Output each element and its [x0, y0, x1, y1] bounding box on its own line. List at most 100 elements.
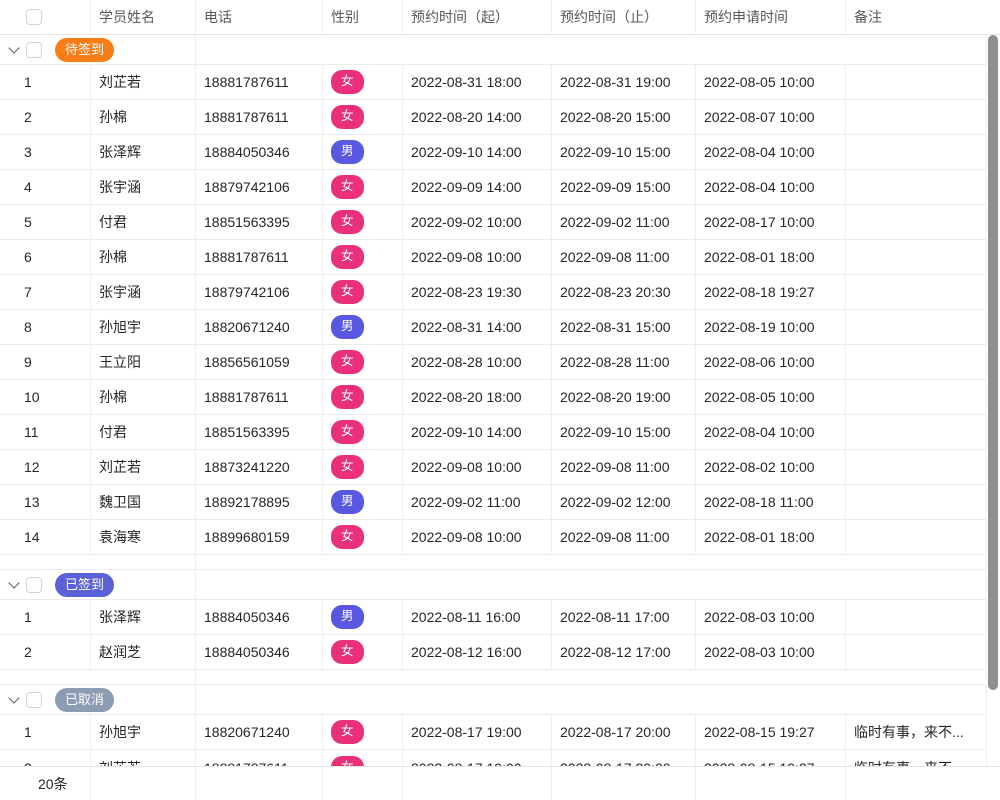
student-name: 张宇涵 — [91, 170, 196, 204]
table-row[interactable]: 14袁海寒18899680159女2022-09-08 10:002022-09… — [0, 520, 1000, 555]
group-row-1[interactable]: 已签到 — [0, 570, 1000, 600]
remark-text — [846, 520, 1000, 554]
table-row[interactable]: 13魏卫国18892178895男2022-09-02 11:002022-09… — [0, 485, 1000, 520]
student-name: 张宇涵 — [91, 275, 196, 309]
chevron-down-icon[interactable] — [8, 42, 19, 53]
remark-text — [846, 65, 1000, 99]
row-index: 2 — [0, 750, 91, 767]
chevron-down-icon[interactable] — [8, 577, 19, 588]
appointment-start-time: 2022-09-10 14:00 — [403, 135, 552, 169]
remark-text — [846, 240, 1000, 274]
gender-cell: 女 — [323, 750, 403, 767]
appointment-start-time: 2022-09-09 14:00 — [403, 170, 552, 204]
phone-number: 18884050346 — [196, 135, 323, 169]
table-footer-row: 20条 — [0, 767, 1000, 800]
remark-text — [846, 135, 1000, 169]
table-row[interactable]: 12刘芷若18873241220女2022-09-08 10:002022-09… — [0, 450, 1000, 485]
table-row[interactable]: 1张泽辉18884050346男2022-08-11 16:002022-08-… — [0, 600, 1000, 635]
application-time: 2022-08-18 11:00 — [696, 485, 846, 519]
group-checkbox[interactable] — [26, 42, 42, 58]
student-name: 孙棉 — [91, 240, 196, 274]
table-row[interactable]: 2赵润芝18884050346女2022-08-12 16:002022-08-… — [0, 635, 1000, 670]
row-index: 11 — [0, 415, 91, 449]
phone-number: 18881787611 — [196, 750, 323, 767]
gender-cell: 女 — [323, 205, 403, 239]
gender-cell: 女 — [323, 380, 403, 414]
application-time: 2022-08-01 18:00 — [696, 240, 846, 274]
appointment-end-time: 2022-09-10 15:00 — [552, 415, 696, 449]
table-row[interactable]: 3张泽辉18884050346男2022-09-10 14:002022-09-… — [0, 135, 1000, 170]
table-row[interactable]: 2刘芷若18881787611女2022-08-17 19:002022-08-… — [0, 750, 1000, 767]
table-row[interactable]: 4张宇涵18879742106女2022-09-09 14:002022-09-… — [0, 170, 1000, 205]
table-row[interactable]: 10孙棉18881787611女2022-08-20 18:002022-08-… — [0, 380, 1000, 415]
appointment-end-time: 2022-09-10 15:00 — [552, 135, 696, 169]
table-row[interactable]: 7张宇涵18879742106女2022-08-23 19:302022-08-… — [0, 275, 1000, 310]
row-index: 8 — [0, 310, 91, 344]
application-time: 2022-08-17 10:00 — [696, 205, 846, 239]
appointment-end-time: 2022-09-09 15:00 — [552, 170, 696, 204]
phone-number: 18851563395 — [196, 205, 323, 239]
remark-text — [846, 415, 1000, 449]
appointment-start-time: 2022-08-17 19:00 — [403, 715, 552, 749]
table-row[interactable]: 8孙旭宇18820671240男2022-08-31 14:002022-08-… — [0, 310, 1000, 345]
appointment-end-time: 2022-08-28 11:00 — [552, 345, 696, 379]
gender-badge: 女 — [331, 756, 364, 767]
partially-visible-row: 2刘芷若18881787611女2022-08-17 19:002022-08-… — [0, 750, 1000, 767]
group-row-0[interactable]: 待签到 — [0, 35, 1000, 65]
group-status-badge: 已取消 — [55, 688, 114, 712]
group-checkbox[interactable] — [26, 577, 42, 593]
gender-badge: 男 — [331, 605, 364, 629]
phone-number: 18881787611 — [196, 240, 323, 274]
student-name: 刘芷若 — [91, 450, 196, 484]
gender-badge: 女 — [331, 385, 364, 409]
remark-text — [846, 205, 1000, 239]
phone-number: 18881787611 — [196, 100, 323, 134]
table-row[interactable]: 11付君18851563395女2022-09-10 14:002022-09-… — [0, 415, 1000, 450]
appointments-table: 学员姓名 电话 性别 预约时间（起） 预约时间（止） 预约申请时间 备注 待签到… — [0, 0, 1000, 800]
table-row[interactable]: 6孙棉18881787611女2022-09-08 10:002022-09-0… — [0, 240, 1000, 275]
gender-cell: 女 — [323, 715, 403, 749]
table-row[interactable]: 2孙棉18881787611女2022-08-20 14:002022-08-2… — [0, 100, 1000, 135]
remark-text — [846, 170, 1000, 204]
gender-badge: 女 — [331, 175, 364, 199]
student-name: 孙棉 — [91, 380, 196, 414]
table-body: 待签到1刘芷若18881787611女2022-08-31 18:002022-… — [0, 35, 1000, 767]
student-name: 付君 — [91, 205, 196, 239]
appointment-end-time: 2022-09-08 11:00 — [552, 520, 696, 554]
application-time: 2022-08-02 10:00 — [696, 450, 846, 484]
row-index: 12 — [0, 450, 91, 484]
phone-number: 18879742106 — [196, 275, 323, 309]
group-spacer — [0, 670, 1000, 685]
table-row[interactable]: 9王立阳18856561059女2022-08-28 10:002022-08-… — [0, 345, 1000, 380]
gender-cell: 女 — [323, 520, 403, 554]
row-index: 2 — [0, 100, 91, 134]
remark-text — [846, 310, 1000, 344]
table-row[interactable]: 1孙旭宇18820671240女2022-08-17 19:002022-08-… — [0, 715, 1000, 750]
appointment-start-time: 2022-09-08 10:00 — [403, 450, 552, 484]
phone-number: 18899680159 — [196, 520, 323, 554]
application-time: 2022-08-07 10:00 — [696, 100, 846, 134]
phone-number: 18820671240 — [196, 715, 323, 749]
table-row[interactable]: 1刘芷若18881787611女2022-08-31 18:002022-08-… — [0, 65, 1000, 100]
vertical-scrollbar-track[interactable] — [986, 35, 1000, 766]
appointment-end-time: 2022-08-17 20:00 — [552, 715, 696, 749]
table-row[interactable]: 5付君18851563395女2022-09-02 10:002022-09-0… — [0, 205, 1000, 240]
gender-cell: 女 — [323, 345, 403, 379]
gender-badge: 女 — [331, 455, 364, 479]
chevron-down-icon[interactable] — [8, 692, 19, 703]
table-header-row: 学员姓名 电话 性别 预约时间（起） 预约时间（止） 预约申请时间 备注 — [0, 0, 1000, 35]
gender-badge: 女 — [331, 525, 364, 549]
student-name: 孙棉 — [91, 100, 196, 134]
application-time: 2022-08-03 10:00 — [696, 635, 846, 669]
column-header-applied: 预约申请时间 — [696, 0, 846, 34]
select-all-checkbox[interactable] — [26, 9, 42, 25]
appointment-start-time: 2022-08-28 10:00 — [403, 345, 552, 379]
gender-badge: 女 — [331, 210, 364, 234]
vertical-scrollbar-thumb[interactable] — [988, 35, 998, 690]
student-name: 付君 — [91, 415, 196, 449]
group-row-2[interactable]: 已取消 — [0, 685, 1000, 715]
appointment-start-time: 2022-09-08 10:00 — [403, 240, 552, 274]
appointment-end-time: 2022-08-31 15:00 — [552, 310, 696, 344]
group-checkbox[interactable] — [26, 692, 42, 708]
student-name: 孙旭宇 — [91, 715, 196, 749]
